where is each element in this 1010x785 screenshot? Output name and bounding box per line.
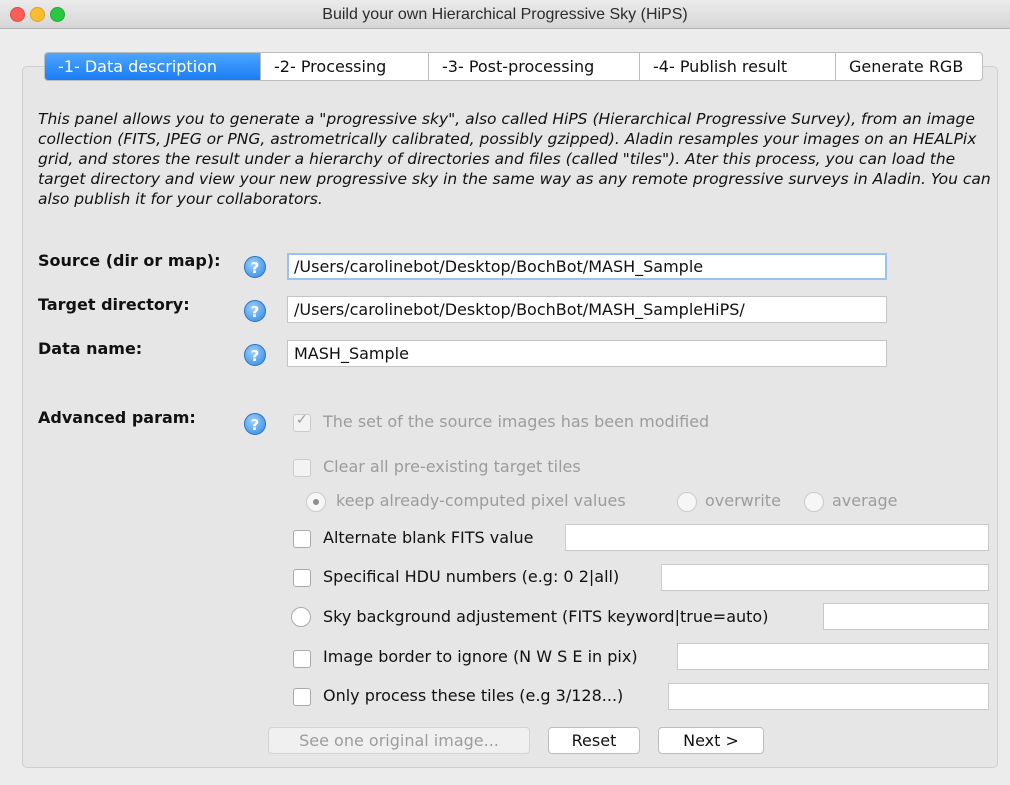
- tab-processing[interactable]: -2- Processing: [260, 53, 428, 80]
- source-label: Source (dir or map):: [38, 251, 221, 270]
- clear-tiles-checkbox[interactable]: [293, 459, 311, 477]
- checkmark-icon: ✓: [296, 412, 308, 428]
- image-border-checkbox[interactable]: [293, 650, 311, 668]
- modified-checkbox[interactable]: ✓: [293, 412, 311, 432]
- image-border-input[interactable]: [677, 643, 989, 670]
- keep-pixels-radio-label: keep already-computed pixel values: [336, 491, 626, 510]
- average-radio-label: average: [832, 491, 898, 510]
- tab-post-processing[interactable]: -3- Post-processing: [428, 53, 639, 80]
- overwrite-radio-label: overwrite: [705, 491, 781, 510]
- only-tiles-label: Only process these tiles (e.g 3/128...): [323, 686, 624, 705]
- tab-generate-rgb[interactable]: Generate RGB: [835, 53, 982, 80]
- data-name-input[interactable]: MASH_Sample: [287, 340, 887, 367]
- sky-background-label: Sky background adjustement (FITS keyword…: [323, 607, 769, 626]
- data-name-help-icon[interactable]: ?: [244, 344, 266, 366]
- modified-checkbox-label: The set of the source images has been mo…: [323, 412, 710, 431]
- reset-button[interactable]: Reset: [548, 727, 640, 754]
- radio-selected-dot: [313, 499, 319, 505]
- hdu-numbers-label: Specifical HDU numbers (e.g: 0 2|all): [323, 567, 620, 586]
- source-input[interactable]: /Users/carolinebot/Desktop/BochBot/MASH_…: [287, 253, 887, 280]
- sky-background-input[interactable]: [823, 603, 989, 630]
- next-button[interactable]: Next >: [658, 727, 764, 754]
- overwrite-radio[interactable]: [677, 492, 697, 512]
- panel-description: This panel allows you to generate a "pro…: [38, 110, 991, 208]
- see-original-image-button[interactable]: See one original image...: [268, 727, 530, 754]
- source-help-icon[interactable]: ?: [244, 256, 266, 278]
- window-title: Build your own Hierarchical Progressive …: [322, 6, 688, 23]
- only-tiles-checkbox[interactable]: [293, 688, 311, 706]
- hdu-numbers-input[interactable]: [661, 564, 989, 591]
- image-border-label: Image border to ignore (N W S E in pix): [323, 647, 638, 666]
- tab-bar: -1- Data description -2- Processing -3- …: [44, 52, 983, 81]
- title-bar: Build your own Hierarchical Progressive …: [0, 0, 1010, 29]
- blank-fits-label: Alternate blank FITS value: [323, 528, 534, 547]
- advanced-param-help-icon[interactable]: ?: [244, 413, 266, 435]
- tab-publish-result[interactable]: -4- Publish result: [639, 53, 835, 80]
- target-directory-label: Target directory:: [38, 295, 190, 314]
- blank-fits-input[interactable]: [565, 524, 989, 551]
- target-directory-input[interactable]: /Users/carolinebot/Desktop/BochBot/MASH_…: [287, 296, 887, 323]
- data-name-label: Data name:: [38, 339, 143, 358]
- keep-pixels-radio[interactable]: [306, 492, 326, 512]
- blank-fits-checkbox[interactable]: [293, 530, 311, 548]
- only-tiles-input[interactable]: [668, 683, 989, 710]
- sky-background-radio[interactable]: [291, 607, 311, 627]
- advanced-param-label: Advanced param:: [38, 408, 196, 427]
- target-directory-help-icon[interactable]: ?: [244, 300, 266, 322]
- tab-data-description[interactable]: -1- Data description: [45, 53, 260, 80]
- clear-tiles-checkbox-label: Clear all pre-existing target tiles: [323, 457, 581, 476]
- hdu-numbers-checkbox[interactable]: [293, 569, 311, 587]
- average-radio[interactable]: [804, 492, 824, 512]
